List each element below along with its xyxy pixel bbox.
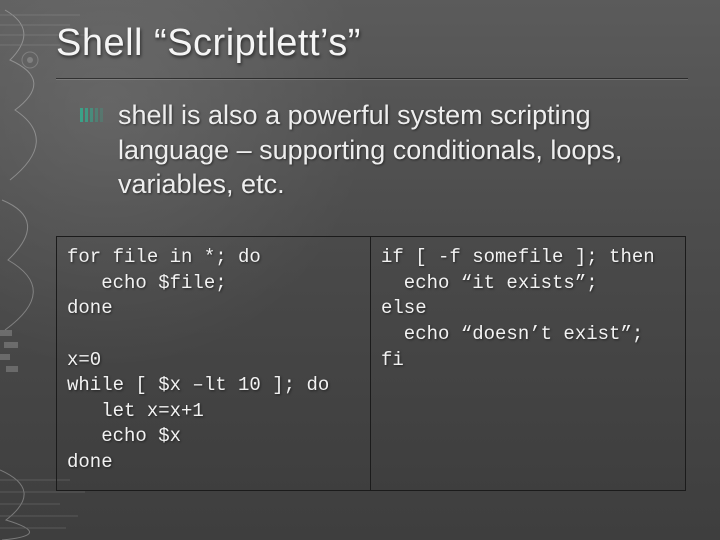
bullet-bars-icon [80, 108, 106, 122]
code-columns: for file in *; do echo $file; done x=0 w… [56, 236, 686, 491]
slide: Shell “Scriptlett’s” shell is also a pow… [0, 0, 720, 540]
code-snippet-left: for file in *; do echo $file; done x=0 w… [67, 245, 360, 476]
code-box-left: for file in *; do echo $file; done x=0 w… [56, 236, 371, 491]
code-snippet-right: if [ -f somefile ]; then echo “it exists… [381, 245, 675, 373]
title-underline [56, 78, 688, 80]
bullet-item: shell is also a powerful system scriptin… [80, 98, 680, 202]
slide-title: Shell “Scriptlett’s” [56, 22, 690, 65]
code-box-right: if [ -f somefile ]; then echo “it exists… [371, 236, 686, 491]
bullet-text: shell is also a powerful system scriptin… [118, 98, 680, 202]
slide-body: shell is also a powerful system scriptin… [80, 98, 680, 202]
